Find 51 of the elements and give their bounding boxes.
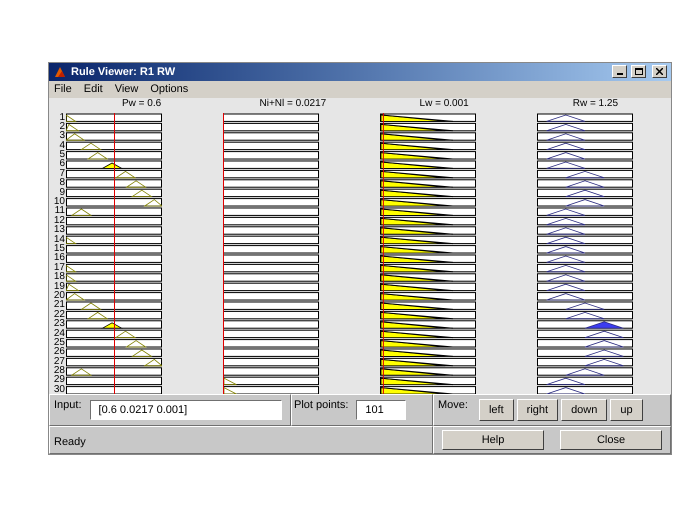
- rule-number: 30: [52, 384, 65, 394]
- rule-number: 13: [52, 225, 65, 235]
- rule-number: 6: [58, 159, 65, 169]
- input-label: Input:: [54, 398, 82, 414]
- rule-number: 23: [52, 319, 65, 328]
- rule-number: 16: [52, 253, 65, 263]
- rule-number: 17: [52, 262, 65, 272]
- variable-label: Ni+Nl = 0.0217: [258, 98, 328, 109]
- rule-number: 2: [58, 122, 65, 132]
- rule-number: 3: [58, 131, 65, 141]
- status-text: Ready: [54, 436, 86, 448]
- move-button[interactable]: right: [516, 399, 558, 422]
- rule-number: 25: [52, 338, 65, 348]
- variable-label: Lw = 0.001: [418, 98, 470, 109]
- menu-item[interactable]: Options: [150, 80, 188, 98]
- rule-number: 10: [52, 197, 65, 206]
- rule-number: 26: [52, 347, 65, 357]
- menu-item[interactable]: Edit: [84, 80, 103, 98]
- plot-points-label: Plot points:: [294, 398, 348, 414]
- variable-label: Pw = 0.6: [121, 98, 162, 109]
- move-button[interactable]: down: [561, 399, 608, 422]
- rule-number: 14: [52, 234, 65, 244]
- dialog-button[interactable]: Help: [442, 430, 544, 450]
- rule-number: 21: [52, 300, 65, 310]
- rule-number: 19: [52, 282, 65, 291]
- rule-number: 29: [52, 375, 65, 385]
- rule-number: 24: [52, 328, 65, 338]
- window-title: Rule Viewer: R1 RW: [71, 64, 176, 80]
- rule-number: 18: [52, 272, 65, 282]
- rule-number: 7: [58, 168, 65, 178]
- rule-number: 9: [59, 188, 65, 198]
- rule-number: 11: [54, 206, 65, 216]
- variable-label: Rw = 1.25: [572, 98, 620, 109]
- move-button[interactable]: left: [478, 399, 514, 422]
- rule-number: 28: [52, 366, 65, 376]
- rule-number: 27: [52, 356, 65, 366]
- rule-number: 22: [52, 310, 65, 320]
- move-label: Move:: [438, 398, 468, 414]
- dialog-button[interactable]: Close: [560, 430, 662, 450]
- rule-number: 4: [58, 140, 65, 150]
- rule-number: 20: [52, 290, 65, 300]
- menu-item[interactable]: View: [114, 80, 138, 98]
- plot-points-field[interactable]: 101: [356, 400, 406, 420]
- rule-number: 12: [52, 216, 65, 226]
- move-button[interactable]: up: [610, 399, 643, 422]
- rule-number: 5: [58, 150, 65, 160]
- rule-number: 8: [58, 178, 65, 188]
- rule-number: 15: [52, 244, 65, 254]
- input-field[interactable]: [0.6 0.0217 0.001]: [90, 400, 282, 420]
- menu-item[interactable]: File: [54, 80, 72, 98]
- rule-number: 1: [58, 112, 65, 122]
